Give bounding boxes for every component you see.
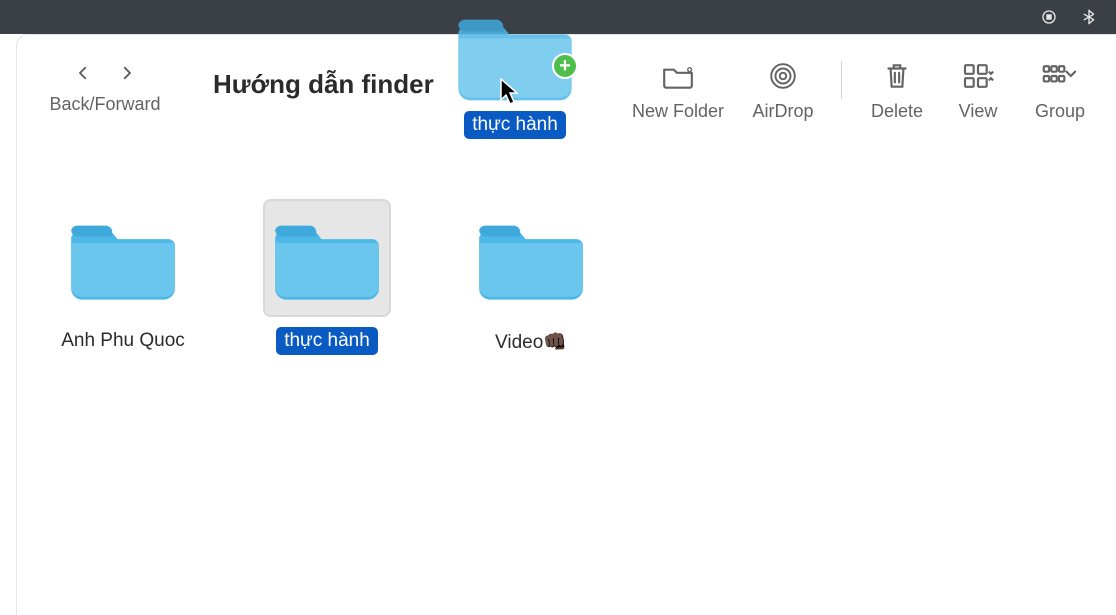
back-button[interactable] [74, 61, 92, 90]
folder-item-selected[interactable]: thực hành [257, 199, 397, 355]
view-button[interactable]: View [942, 55, 1014, 122]
folder-label[interactable]: Video👊🏿 [487, 327, 575, 357]
delete-button[interactable]: Delete [860, 55, 934, 122]
window-title: Hướng dẫn finder [183, 55, 444, 100]
airdrop-label: AirDrop [752, 101, 813, 122]
folder-icon [59, 199, 187, 317]
toolbar: Back/Forward Hướng dẫn finder New Folder… [17, 35, 1116, 163]
folder-icon [263, 199, 391, 317]
toolbar-divider [841, 61, 842, 99]
menubar [0, 0, 1116, 34]
view-label: View [959, 101, 998, 122]
nav-block: Back/Forward [35, 55, 175, 115]
nav-arrows [74, 55, 136, 94]
record-stop-icon[interactable] [1040, 8, 1058, 26]
airdrop-button[interactable]: AirDrop [743, 55, 823, 122]
airdrop-icon [768, 61, 798, 91]
new-folder-label: New Folder [632, 101, 724, 122]
folder-icon [467, 199, 595, 317]
grid-view-icon [960, 61, 996, 91]
folder-item[interactable]: Video👊🏿 [461, 199, 601, 357]
folder-grid[interactable]: Anh Phu Quoc thực hành Video👊🏿 [17, 163, 1116, 357]
nav-label: Back/Forward [49, 94, 160, 115]
group-button[interactable]: Group [1022, 55, 1098, 122]
delete-label: Delete [871, 101, 923, 122]
forward-button[interactable] [118, 61, 136, 90]
trash-icon [884, 61, 910, 91]
bluetooth-icon[interactable] [1080, 8, 1098, 26]
group-icon [1040, 61, 1080, 91]
folder-item[interactable]: Anh Phu Quoc [53, 199, 193, 355]
folder-label[interactable]: thực hành [276, 327, 378, 355]
new-folder-button[interactable]: New Folder [621, 55, 735, 122]
group-label: Group [1035, 101, 1085, 122]
new-folder-icon [661, 61, 695, 91]
folder-label[interactable]: Anh Phu Quoc [53, 327, 193, 355]
finder-window: Back/Forward Hướng dẫn finder New Folder… [16, 34, 1116, 615]
